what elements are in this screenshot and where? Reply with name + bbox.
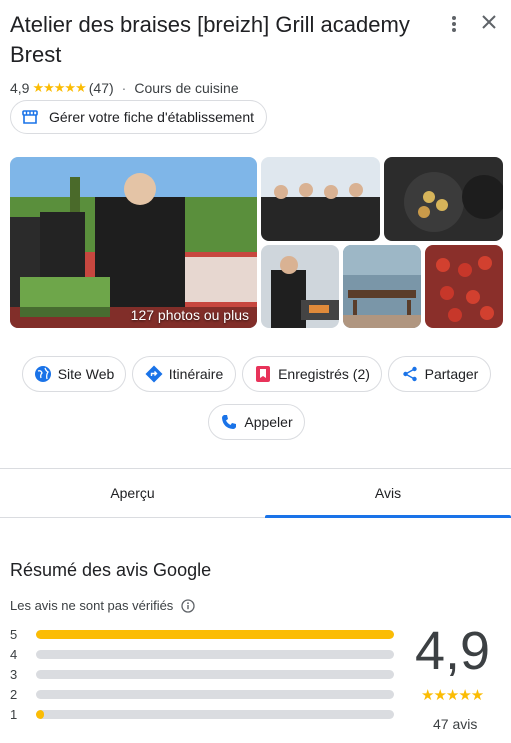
rating-bar-label: 3: [10, 666, 18, 682]
average-rating-stars: ★★★★★: [421, 687, 484, 704]
directions-button[interactable]: Itinéraire: [132, 356, 236, 392]
rating-bar-label: 5: [10, 626, 18, 642]
rating-value: 4,9: [10, 80, 30, 96]
website-button[interactable]: Site Web: [22, 356, 126, 392]
main-photo[interactable]: 127 photos ou plus: [10, 157, 257, 328]
storefront-icon: [22, 110, 38, 124]
tab-bar: Aperçu Avis: [0, 468, 511, 518]
manage-listing-label: Gérer votre fiche d'établissement: [49, 109, 254, 125]
place-title: Atelier des braises [breizh] Grill acade…: [10, 12, 410, 67]
rating-bar-track: [36, 689, 394, 699]
review-count-link[interactable]: (47): [89, 80, 114, 96]
rating-bar-row[interactable]: 3: [10, 666, 394, 682]
rating-bar-track: [36, 669, 394, 679]
rating-bar-label: 1: [10, 706, 18, 722]
total-reviews-label: 47 avis: [433, 716, 478, 732]
rating-bar-label: 4: [10, 646, 18, 662]
average-rating: 4,9: [415, 621, 491, 681]
tab-overview[interactable]: Aperçu: [0, 469, 265, 517]
unverified-note-text: Les avis ne sont pas vérifiés: [10, 598, 174, 613]
globe-icon: [34, 366, 51, 382]
rating-bar-row[interactable]: 1: [10, 706, 394, 722]
rating-bar-row[interactable]: 2: [10, 686, 394, 702]
photo-thumbnail[interactable]: [425, 245, 503, 328]
share-button[interactable]: Partager: [388, 356, 491, 392]
directions-icon: [145, 365, 163, 383]
separator-dot: ·: [121, 80, 127, 96]
photo-thumbnail[interactable]: [384, 157, 503, 241]
rating-bar-track: [36, 649, 394, 659]
place-header: Atelier des braises [breizh] Grill acade…: [10, 10, 450, 70]
unverified-note: Les avis ne sont pas vérifiés: [10, 598, 195, 613]
photo-thumbnail[interactable]: [261, 157, 380, 241]
rating-bar-fill: [36, 709, 44, 719]
bookmark-icon: [256, 366, 271, 382]
category-label: Cours de cuisine: [134, 80, 239, 96]
rating-bar-track: [36, 709, 394, 719]
rating-bar-label: 2: [10, 686, 18, 702]
reviews-summary-title: Résumé des avis Google: [10, 560, 212, 580]
saved-label: Enregistrés (2): [278, 366, 370, 382]
rating-stars: ★★★★★: [32, 80, 86, 95]
close-icon[interactable]: [478, 11, 500, 33]
info-icon[interactable]: [181, 598, 195, 613]
tab-reviews[interactable]: Avis: [265, 469, 511, 517]
photo-thumbnail[interactable]: [261, 245, 339, 328]
share-label: Partager: [424, 366, 479, 382]
saved-button[interactable]: Enregistrés (2): [242, 356, 382, 392]
share-icon: [402, 366, 417, 382]
rating-bar-row[interactable]: 5: [10, 626, 394, 642]
rating-bar-row[interactable]: 4: [10, 646, 394, 662]
rating-bar-track: [36, 629, 394, 639]
directions-label: Itinéraire: [168, 366, 224, 382]
photo-thumbnail[interactable]: [343, 245, 421, 328]
call-label: Appeler: [244, 414, 293, 430]
active-tab-indicator: [265, 515, 511, 518]
rating-summary: 4,9 ★★★★★ (47) · Cours de cuisine: [10, 80, 239, 96]
more-options-icon[interactable]: [446, 14, 462, 34]
phone-icon: [222, 415, 237, 429]
rating-bar-fill: [36, 629, 394, 639]
website-label: Site Web: [57, 366, 115, 382]
photo-count-label: 127 photos ou plus: [130, 307, 249, 323]
call-button[interactable]: Appeler: [208, 404, 305, 440]
manage-listing-button[interactable]: Gérer votre fiche d'établissement: [10, 100, 267, 134]
